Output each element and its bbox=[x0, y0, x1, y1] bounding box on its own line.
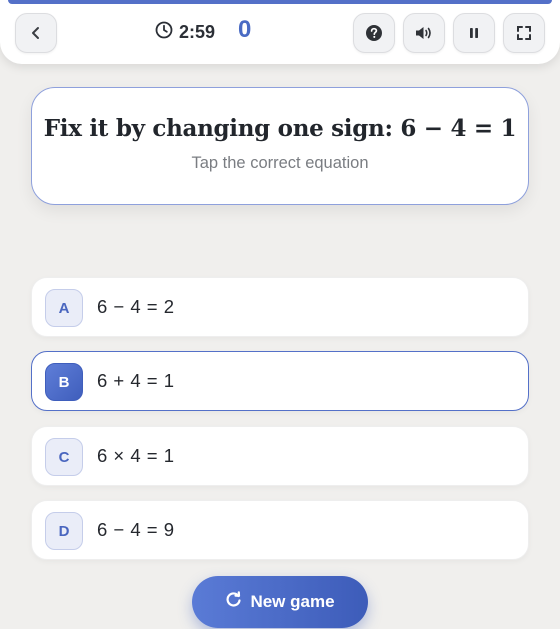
top-bar: 2:59 0 bbox=[0, 0, 560, 64]
timer-value: 2:59 bbox=[179, 21, 216, 42]
fullscreen-icon bbox=[516, 25, 532, 41]
clock-icon bbox=[155, 21, 173, 44]
restart-icon bbox=[225, 591, 242, 613]
chevron-left-icon bbox=[28, 25, 44, 41]
timer: 2:59 bbox=[155, 21, 215, 43]
back-button[interactable] bbox=[15, 13, 57, 53]
option-letter-badge: B bbox=[45, 363, 83, 401]
score-value: 0 bbox=[238, 16, 252, 43]
accent-line bbox=[8, 0, 552, 4]
speaker-icon bbox=[414, 24, 434, 42]
prompt-title: Fix it by changing one sign: 6 − 4 = 1 bbox=[43, 115, 517, 142]
fullscreen-button[interactable] bbox=[503, 13, 545, 53]
option-letter-badge: A bbox=[45, 289, 83, 327]
answer-option-a[interactable]: A 6 − 4 = 2 bbox=[31, 277, 529, 337]
help-button[interactable] bbox=[353, 13, 395, 53]
new-game-button[interactable]: New game bbox=[192, 576, 368, 628]
option-letter-badge: D bbox=[45, 512, 83, 550]
answer-option-c[interactable]: C 6 × 4 = 1 bbox=[31, 426, 529, 486]
option-equation: 6 − 4 = 9 bbox=[97, 519, 175, 540]
pause-icon bbox=[467, 26, 481, 40]
new-game-label: New game bbox=[250, 592, 335, 611]
prompt-card: Fix it by changing one sign: 6 − 4 = 1 T… bbox=[31, 87, 529, 205]
answer-option-d[interactable]: D 6 − 4 = 9 bbox=[31, 500, 529, 560]
pause-button[interactable] bbox=[453, 13, 495, 53]
option-letter-badge: C bbox=[45, 438, 83, 476]
answer-option-b[interactable]: B 6 + 4 = 1 bbox=[31, 351, 529, 411]
option-equation: 6 + 4 = 1 bbox=[97, 370, 175, 391]
option-equation: 6 × 4 = 1 bbox=[97, 445, 175, 466]
question-circle-icon bbox=[365, 24, 383, 42]
option-equation: 6 − 4 = 2 bbox=[97, 296, 175, 317]
prompt-subtitle: Tap the correct equation bbox=[191, 154, 369, 172]
sound-button[interactable] bbox=[403, 13, 445, 53]
